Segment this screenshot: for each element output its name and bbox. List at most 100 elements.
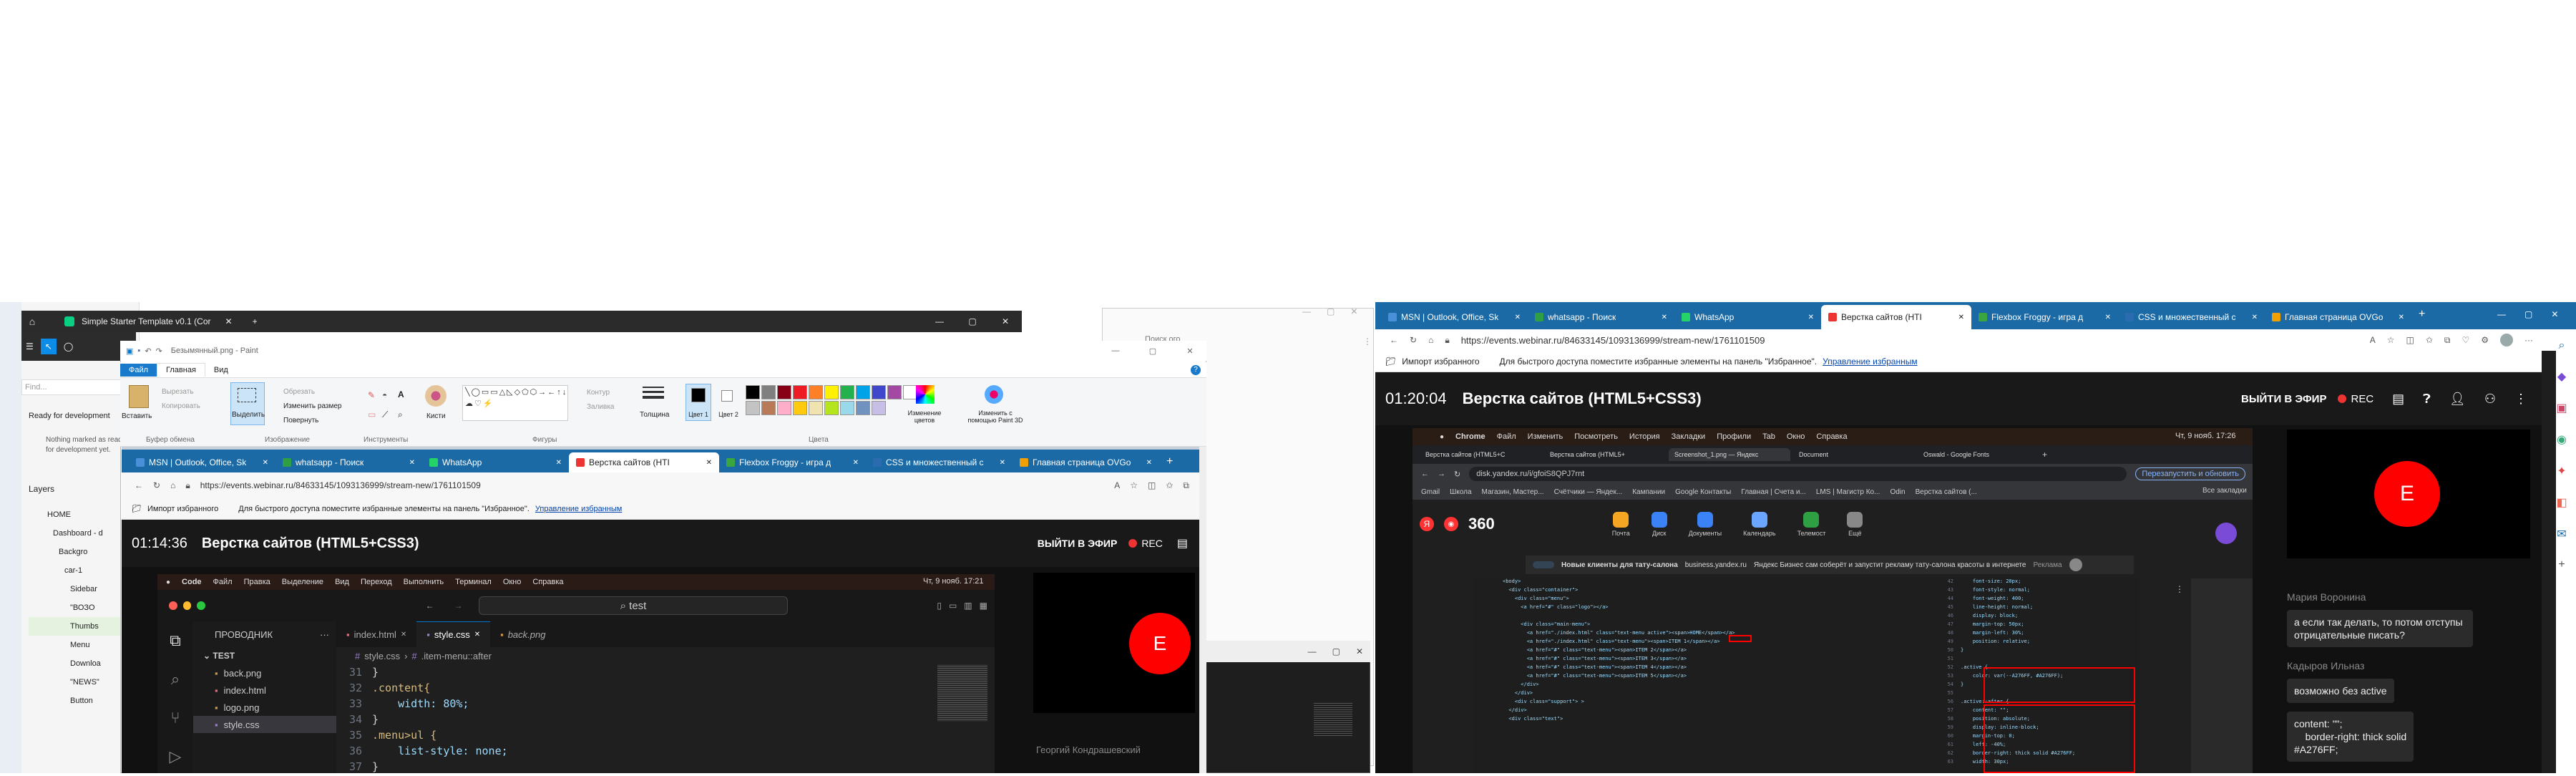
picker-icon[interactable]: ⟋	[382, 409, 388, 420]
mac-menu-item[interactable]: Окно	[1787, 432, 1805, 441]
file-item[interactable]: ▪ logo.png	[193, 699, 336, 716]
crop-button[interactable]: Обрезать	[283, 388, 315, 396]
palette-swatch[interactable]	[809, 385, 823, 399]
browser-tab[interactable]: MSN | Outlook, Office, Sk ✕	[129, 452, 275, 472]
new-tab-icon[interactable]: +	[1159, 452, 1180, 472]
tab-view[interactable]: Вид	[205, 364, 237, 377]
refresh-icon[interactable]: ↻	[153, 480, 160, 490]
forward-icon[interactable]: →	[1438, 470, 1445, 478]
command-search[interactable]: ⌕ test	[478, 596, 789, 615]
color2-swatch[interactable]	[721, 390, 733, 402]
mac-menu-item[interactable]: Файл	[1497, 432, 1516, 441]
folder-name[interactable]: TEST	[213, 651, 235, 661]
apple-icon[interactable]: ●	[1440, 433, 1444, 441]
tab-close-icon[interactable]: ✕	[1662, 314, 1667, 321]
read-aloud-icon[interactable]: A	[2370, 335, 2376, 345]
collections-icon[interactable]: ⧉	[1183, 480, 1189, 491]
fill-button[interactable]: Заливка	[587, 403, 615, 411]
maximize-icon[interactable]: ▢	[1327, 306, 1335, 316]
minimize-icon[interactable]: —	[1302, 306, 1311, 316]
paste-button[interactable]: Вставить	[122, 412, 152, 420]
redo-icon[interactable]: ↷	[156, 346, 162, 356]
tab-file[interactable]: Файл	[120, 363, 157, 377]
browser-tab[interactable]: CSS и множественный с ✕	[866, 452, 1013, 472]
maximize-icon[interactable]: ▢	[956, 316, 989, 326]
palette-swatch[interactable]	[761, 401, 776, 415]
tab-close-icon[interactable]: ✕	[2105, 314, 2111, 321]
favorite-icon[interactable]: ☆	[2387, 335, 2395, 345]
go-live-button[interactable]: ВЫЙТИ В ЭФИР	[1038, 538, 1118, 549]
browser-tab[interactable]: MSN | Outlook, Office, Sk ✕	[1381, 305, 1528, 329]
browser-tab[interactable]: WhatsApp ✕	[1674, 305, 1821, 329]
mac-menu-item[interactable]: Закладки	[1672, 432, 1706, 441]
rec-label[interactable]: REC	[2351, 393, 2373, 405]
mac-menu-item[interactable]: Chrome	[1455, 432, 1485, 441]
mac-menu-item[interactable]: Терминал	[455, 578, 492, 586]
collections-icon[interactable]: ⧉	[2444, 335, 2451, 346]
outlook-icon[interactable]: ✉	[2557, 527, 2566, 541]
mac-menu-item[interactable]: Изменить	[1528, 432, 1563, 441]
yandex-app[interactable]: Документы	[1689, 511, 1722, 537]
minimize-icon[interactable]: —	[1308, 646, 1317, 656]
split-icon[interactable]: ◫	[1148, 480, 1156, 490]
tab-home[interactable]: Главная	[157, 363, 205, 377]
chrome-tab[interactable]: Oswald - Google Fonts	[1918, 448, 2039, 461]
mac-menu-item[interactable]: История	[1629, 432, 1660, 441]
back-icon[interactable]: ←	[1421, 470, 1429, 478]
bookmark-item[interactable]: Google Контакты	[1675, 488, 1731, 496]
refresh-icon[interactable]: ↻	[1410, 335, 1417, 345]
favorites-icon[interactable]: ✩	[1166, 480, 1173, 490]
palette-swatch[interactable]	[793, 401, 807, 415]
ad-banner-dot[interactable]	[2069, 558, 2082, 571]
paste-icon[interactable]	[129, 385, 149, 408]
maximize-icon[interactable]: ▢	[1136, 346, 1169, 356]
mac-menu-item[interactable]: Профили	[1717, 432, 1751, 441]
nav-forward-icon[interactable]: →	[454, 601, 463, 611]
paint-canvas-scrollbar[interactable]	[1199, 447, 1206, 773]
home-icon[interactable]: ⌂	[1428, 335, 1433, 345]
chat-icon[interactable]: ▤	[2392, 392, 2404, 407]
read-aloud-icon[interactable]: A	[1114, 480, 1120, 490]
file-item[interactable]: ▪ back.png	[193, 664, 336, 682]
question-icon[interactable]: ❓︎	[2423, 392, 2431, 407]
shapes-gallery[interactable]: ╲◯▭▭△◺◇⬠⬡→←↑↓✦✧★☆▢◔◒☁♡⚡	[462, 385, 568, 421]
move-tool-icon[interactable]: ↖	[40, 339, 57, 354]
tab-close-icon[interactable]: ✕	[1958, 314, 1964, 321]
tab-close-icon[interactable]: ✕	[1146, 459, 1152, 467]
update-button[interactable]: Перезапустить и обновить	[2135, 467, 2245, 480]
mac-menu-item[interactable]: Справка	[532, 578, 563, 586]
chrome-tab[interactable]: Верстка сайтов (HTML5+	[1544, 448, 1666, 461]
bookmark-item[interactable]: Верстка сайтов (...	[1916, 488, 1977, 496]
url-input[interactable]: https://events.webinar.ru/84633145/10931…	[200, 480, 1105, 490]
home-icon[interactable]: ⌂	[21, 316, 43, 327]
favorite-icon[interactable]: ☆	[1130, 480, 1138, 490]
chrome-tab[interactable]: Верстка сайтов (HTML5+C	[1420, 448, 1541, 461]
edit-colors-icon[interactable]	[916, 385, 935, 404]
palette-swatch[interactable]	[777, 385, 791, 399]
layout-icons[interactable]: ▯▭▥▦	[937, 601, 995, 611]
close-icon[interactable]: ✕	[1174, 346, 1206, 356]
breadcrumb-rule[interactable]: .item-menu::after	[421, 651, 492, 661]
palette-swatch[interactable]	[840, 401, 854, 415]
editor-tab[interactable]: ▪ style.css ✕	[416, 621, 491, 647]
tab-close-icon[interactable]: ✕	[263, 459, 268, 467]
tab-close-icon[interactable]: ✕	[474, 631, 480, 639]
mac-menu-item[interactable]: Посмотреть	[1574, 432, 1618, 441]
edit-colors-button[interactable]: Изменение цветов	[903, 409, 946, 424]
close-icon[interactable]: ✕	[1350, 306, 1357, 316]
brushes-icon[interactable]	[425, 385, 447, 407]
browser-tab[interactable]: whatsapp - Поиск ✕	[1528, 305, 1674, 329]
minimize-icon[interactable]: —	[923, 316, 956, 326]
favorites-icon[interactable]: ✩	[2426, 335, 2433, 345]
palette-swatch[interactable]	[872, 385, 886, 399]
go-live-button[interactable]: ВЫЙТИ В ЭФИР	[2241, 393, 2326, 405]
minimize-icon[interactable]: —	[1099, 346, 1132, 355]
refresh-icon[interactable]: ↻	[1454, 470, 1460, 479]
comment-icon[interactable]: ◯	[64, 341, 73, 351]
thickness-icon[interactable]	[643, 387, 664, 405]
search-icon[interactable]: ⌕	[2559, 339, 2565, 352]
profile-avatar[interactable]	[2500, 334, 2513, 346]
file-item[interactable]: ▪ style.css	[193, 716, 336, 733]
bag-icon[interactable]: ▣	[2556, 401, 2567, 415]
mac-menu-item[interactable]: Вид	[335, 578, 349, 586]
